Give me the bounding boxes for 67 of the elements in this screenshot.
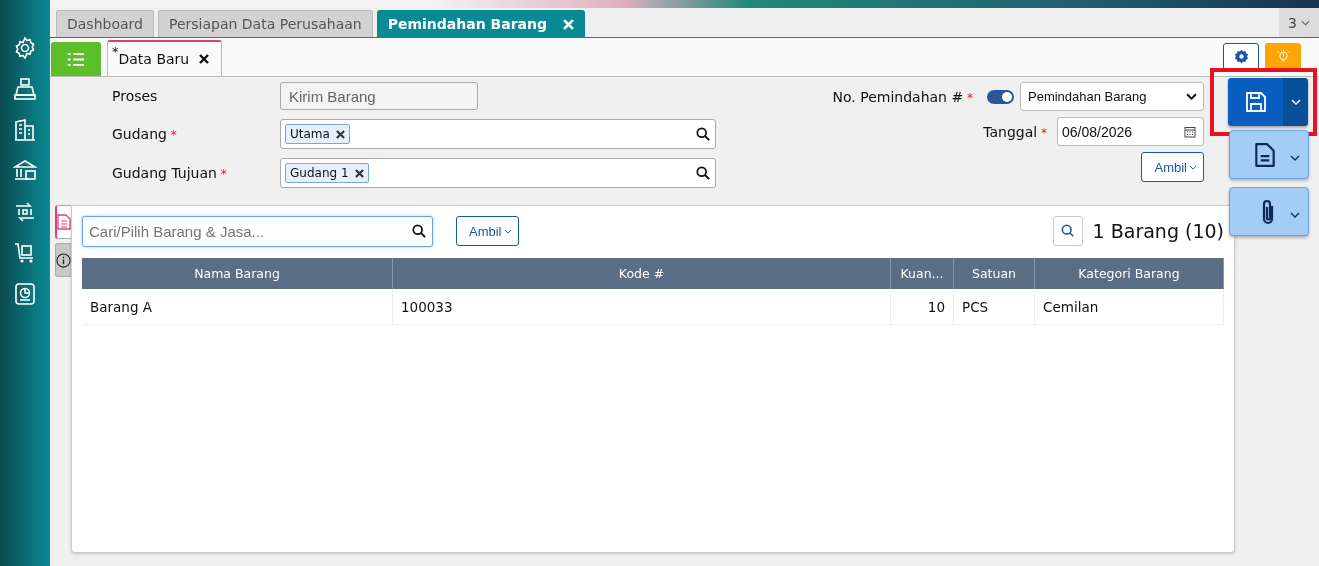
calendar-icon[interactable]: [1184, 125, 1196, 138]
bank-icon[interactable]: [13, 159, 37, 183]
field-label: Gudang Tujuan *: [112, 165, 228, 181]
warehouse-tag: Utama: [285, 124, 350, 144]
field-label: No. Pemindahan # *: [832, 88, 973, 105]
field-label: Proses: [112, 88, 159, 104]
item-count: 1 Barang (10): [1092, 220, 1224, 242]
column-header[interactable]: Satuan: [953, 258, 1035, 289]
tips-button[interactable]: [1265, 43, 1301, 70]
warehouse-tag: Gudang 1: [285, 163, 369, 183]
table-cell: 100033: [392, 289, 891, 325]
remove-icon[interactable]: [354, 168, 364, 178]
document-menu-button[interactable]: [1228, 130, 1309, 179]
caret-icon: [503, 228, 512, 234]
info-icon: [56, 252, 71, 268]
table-cell: Cemilan: [1034, 289, 1224, 325]
item-search-field[interactable]: Cari/Pilih Barang & Jasa...: [82, 215, 433, 247]
attachment-menu-button[interactable]: [1228, 187, 1309, 236]
column-header[interactable]: Nama Barang: [82, 258, 393, 289]
warehouse-field[interactable]: Utama: [280, 119, 716, 149]
column-header[interactable]: Kategori Barang: [1034, 258, 1224, 289]
settings-icon: [1233, 49, 1249, 64]
report-icon[interactable]: [13, 282, 37, 306]
column-header[interactable]: Kuan...: [890, 258, 954, 289]
fetch-dropdown-button[interactable]: Ambil: [456, 216, 519, 246]
process-field: Kirim Barang: [280, 82, 478, 110]
search-icon[interactable]: [412, 223, 426, 238]
close-icon[interactable]: [199, 54, 210, 64]
search-button[interactable]: [1052, 216, 1083, 246]
table-cell: PCS: [953, 289, 1035, 325]
caret-icon: [1289, 154, 1300, 161]
field-label: Tanggal *: [983, 123, 1047, 140]
table-cell: 10: [890, 289, 954, 325]
panel-side-tab[interactable]: [55, 243, 71, 277]
save-button[interactable]: [1228, 78, 1308, 126]
document-tab[interactable]: *Data Baru: [107, 40, 223, 76]
app-tab[interactable]: Pemindahan Barang: [376, 10, 585, 37]
settings-button[interactable]: [1223, 43, 1259, 70]
transfer-icon[interactable]: [13, 200, 37, 224]
search-icon[interactable]: [696, 127, 710, 141]
table-cell: Barang A: [82, 289, 393, 325]
fetch-dropdown-button[interactable]: Ambil: [1141, 152, 1204, 182]
tab-count-dropdown[interactable]: 3: [1279, 8, 1319, 37]
document-icon: [1253, 141, 1276, 168]
cash-register-icon[interactable]: [13, 77, 37, 101]
toggle-switch[interactable]: [987, 89, 1014, 104]
building-icon[interactable]: [13, 118, 37, 142]
document-icon: [57, 214, 71, 230]
lightbulb-icon: [1275, 49, 1291, 64]
search-icon[interactable]: [696, 166, 710, 180]
app-tab[interactable]: Dashboard: [56, 10, 154, 37]
caret-icon[interactable]: [1290, 99, 1301, 105]
gear-icon[interactable]: [13, 36, 37, 60]
date-field[interactable]: 06/08/2026: [1057, 117, 1204, 146]
field-label: Gudang *: [112, 126, 178, 142]
panel-side-tab[interactable]: [55, 205, 71, 239]
warehouse-field[interactable]: Gudang 1: [280, 158, 716, 188]
caret-icon: [1289, 211, 1300, 218]
app-tab[interactable]: Persiapan Data Perusahaan: [157, 10, 373, 37]
remove-icon[interactable]: [335, 129, 345, 139]
list-icon: [67, 51, 85, 67]
caret-icon: [1186, 93, 1197, 100]
number-series-select[interactable]: Pemindahan Barang: [1020, 82, 1204, 111]
column-header[interactable]: Kode #: [392, 258, 891, 289]
caret-icon: [1300, 19, 1310, 26]
search-icon: [1060, 224, 1075, 238]
caret-icon: [1189, 164, 1197, 170]
